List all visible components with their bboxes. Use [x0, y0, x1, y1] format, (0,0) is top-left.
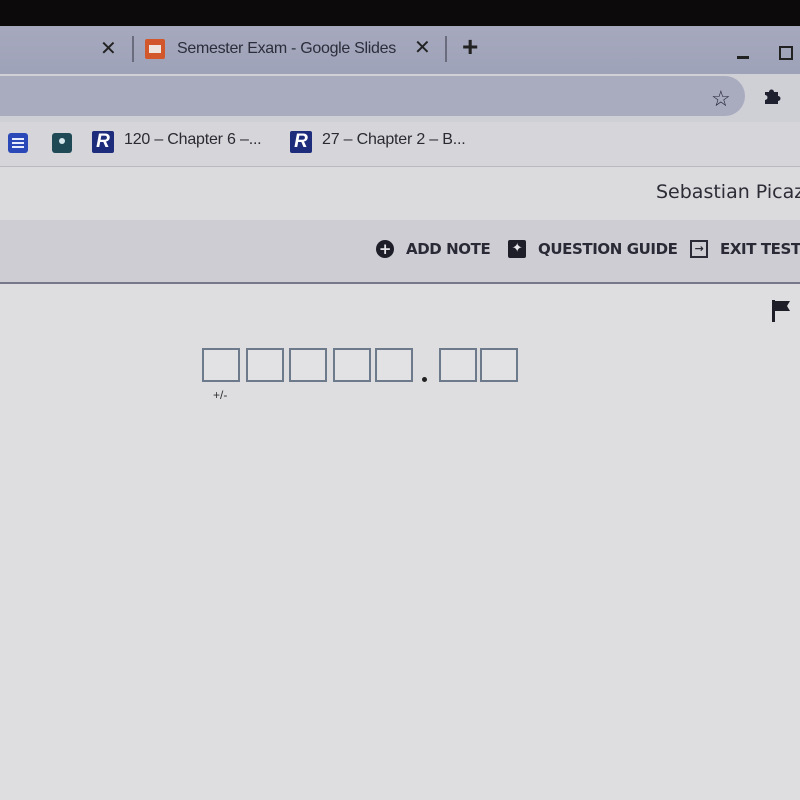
user-name: Sebastian Picazo	[656, 181, 800, 203]
question-guide-icon: ✦	[508, 240, 526, 258]
exit-test-label: EXIT TEST	[720, 240, 800, 258]
new-tab-button[interactable]: +	[462, 31, 478, 63]
integer-digit-box[interactable]	[375, 348, 413, 382]
integer-digit-box[interactable]	[289, 348, 327, 382]
bookmark-chapter-2[interactable]: 27 – Chapter 2 – B...	[322, 131, 466, 149]
tab-separator	[445, 36, 447, 62]
address-bar[interactable]	[0, 76, 745, 116]
decimal-digit-box[interactable]	[480, 348, 518, 382]
exit-icon: →	[690, 240, 708, 258]
question-guide-label: QUESTION GUIDE	[538, 240, 678, 258]
screen-bezel	[0, 0, 800, 26]
tab-semester-exam[interactable]: Semester Exam - Google Slides	[145, 36, 396, 62]
plus-circle-icon: +	[376, 240, 394, 258]
decimal-point	[422, 377, 427, 382]
google-classroom-icon[interactable]	[52, 133, 72, 153]
bookmark-r-icon[interactable]: R	[92, 131, 114, 153]
decimal-digit-box[interactable]	[439, 348, 477, 382]
google-slides-icon	[145, 39, 165, 59]
tab-separator	[132, 36, 134, 62]
tab-strip	[0, 26, 800, 74]
minimize-icon[interactable]	[737, 56, 749, 59]
add-note-button[interactable]: + ADD NOTE	[376, 240, 491, 258]
flag-icon[interactable]	[772, 300, 792, 327]
extensions-puzzle-icon[interactable]	[762, 86, 782, 112]
bookmark-star-icon[interactable]: ☆	[711, 86, 731, 112]
exit-test-button[interactable]: → EXIT TEST	[690, 240, 800, 258]
question-guide-button[interactable]: ✦ QUESTION GUIDE	[508, 240, 678, 258]
restore-icon[interactable]	[779, 46, 793, 60]
tab-close-icon[interactable]: ✕	[414, 35, 431, 60]
integer-digit-box[interactable]	[333, 348, 371, 382]
bookmark-r-icon[interactable]: R	[290, 131, 312, 153]
integer-digit-box[interactable]	[246, 348, 284, 382]
tab-title: Semester Exam - Google Slides	[177, 40, 396, 57]
google-docs-icon[interactable]	[8, 133, 28, 153]
sign-toggle-label: +/-	[213, 388, 228, 402]
bookmark-chapter-6[interactable]: 120 – Chapter 6 –...	[124, 131, 262, 149]
add-note-label: ADD NOTE	[406, 240, 491, 258]
tab-close-icon[interactable]: ✕	[100, 36, 117, 61]
sign-digit-box[interactable]	[202, 348, 240, 382]
